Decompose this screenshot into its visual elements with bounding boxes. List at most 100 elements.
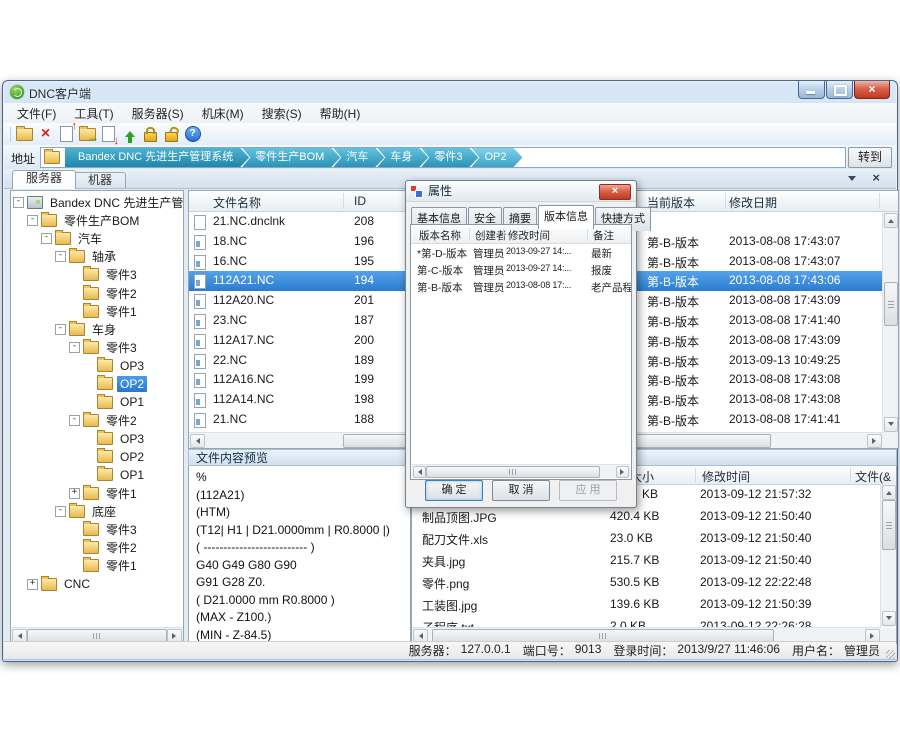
breadcrumb-segment[interactable]: Bandex DNC 先进生产管理系统 — [65, 148, 249, 167]
tree-item[interactable]: + CNC — [11, 575, 183, 593]
tree-item[interactable]: - Bandex DNC 先进生产管理系统 — [11, 193, 183, 211]
attachment-row[interactable]: 夹具.jpg 215.7 KB 2013-09-12 21:50:40 — [412, 550, 881, 572]
attachment-row[interactable]: 工装图.jpg 139.6 KB 2013-09-12 21:50:39 — [412, 594, 881, 616]
column-header-name[interactable]: 文件名称 — [213, 194, 261, 211]
chevron-down-icon[interactable] — [848, 176, 856, 185]
column-separator[interactable] — [343, 193, 344, 209]
tree-item[interactable]: - 底座 — [11, 502, 183, 520]
breadcrumb-segment[interactable]: 零件生产BOM — [242, 148, 340, 167]
breadcrumb-segment[interactable]: 汽车 — [333, 148, 384, 167]
unlock-button[interactable] — [161, 125, 182, 144]
tree-item[interactable]: - 零件3 — [11, 339, 183, 357]
tree-item[interactable]: 零件1 — [11, 557, 183, 575]
go-button[interactable]: 转到 — [848, 147, 892, 168]
attachment-row[interactable]: 子程序.txt 2.0 KB 2013-09-12 22:26:28 — [412, 616, 881, 627]
tree-expander[interactable]: - — [41, 233, 52, 244]
attachments-vscrollbar[interactable] — [880, 484, 896, 627]
column-header-creator[interactable]: 创建者 — [475, 228, 507, 243]
column-separator[interactable] — [695, 468, 696, 482]
tree-expander[interactable]: - — [55, 251, 66, 262]
tree-item[interactable]: OP3 — [11, 429, 183, 447]
tree-item[interactable]: - 轴承 — [11, 248, 183, 266]
dialog-title-bar[interactable]: 属性 — [406, 181, 636, 202]
tree-item[interactable]: OP2 — [11, 375, 183, 393]
tree-item[interactable]: 零件3 — [11, 266, 183, 284]
scroll-left-icon[interactable] — [413, 466, 426, 478]
resize-grip[interactable] — [886, 650, 895, 659]
scroll-right-icon[interactable] — [867, 434, 882, 448]
column-header-date[interactable]: 修改日期 — [729, 194, 777, 211]
tree-expander[interactable]: - — [13, 197, 24, 208]
scroll-down-icon[interactable] — [882, 611, 896, 626]
minimize-button[interactable] — [798, 81, 825, 99]
scroll-down-icon[interactable] — [884, 417, 898, 432]
view-tab[interactable]: 服务器 — [12, 170, 76, 189]
view-tab[interactable]: 机器 — [74, 172, 126, 188]
column-header-modified[interactable]: 修改时间 — [508, 228, 550, 243]
tree-item[interactable]: 零件2 — [11, 284, 183, 302]
column-header-id[interactable]: ID — [354, 194, 366, 208]
tree-expander[interactable]: - — [27, 215, 38, 226]
file-list-vscrollbar[interactable] — [882, 212, 898, 433]
ok-button[interactable]: 确 定 — [425, 480, 483, 501]
tree-item[interactable]: 零件1 — [11, 302, 183, 320]
column-separator[interactable] — [587, 228, 588, 241]
scroll-thumb[interactable] — [426, 466, 600, 478]
breadcrumb-segment[interactable]: OP2 — [471, 148, 522, 167]
menu-item[interactable]: 帮助(H) — [311, 103, 370, 124]
tree-expander[interactable]: + — [69, 488, 80, 499]
tree-item[interactable]: 零件3 — [11, 520, 183, 538]
close-button[interactable] — [854, 81, 890, 99]
scroll-right-icon[interactable] — [616, 466, 629, 478]
scroll-up-icon[interactable] — [884, 213, 898, 228]
column-separator[interactable] — [850, 468, 851, 482]
scroll-left-icon[interactable] — [190, 434, 205, 448]
attachment-row[interactable]: 配刀文件.xls 23.0 KB 2013-09-12 21:50:40 — [412, 528, 881, 550]
apply-button[interactable]: 应 用 — [559, 480, 617, 501]
tree-item[interactable]: OP3 — [11, 357, 183, 375]
menu-item[interactable]: 机床(M) — [193, 103, 253, 124]
tree-expander[interactable]: - — [69, 342, 80, 353]
tree-expander[interactable]: - — [55, 324, 66, 335]
tree-item[interactable]: - 车身 — [11, 320, 183, 338]
delete-button[interactable] — [35, 125, 56, 144]
tree-item[interactable]: + 零件1 — [11, 484, 183, 502]
column-header-remark[interactable]: 备注 — [593, 228, 614, 243]
column-header-version-name[interactable]: 版本名称 — [419, 228, 461, 243]
tree-expander[interactable]: - — [55, 506, 66, 517]
title-bar[interactable]: DNC客户端 — [3, 81, 897, 103]
maximize-button[interactable] — [826, 81, 853, 99]
address-input[interactable]: Bandex DNC 先进生产管理系统零件生产BOM汽车车身零件3OP2 — [40, 147, 846, 168]
menu-item[interactable]: 搜索(S) — [253, 103, 311, 124]
menu-item[interactable]: 服务器(S) — [123, 103, 193, 124]
lock-button[interactable] — [140, 125, 161, 144]
upload-file-button[interactable] — [56, 125, 77, 144]
tree-expander[interactable]: - — [69, 415, 80, 426]
column-separator[interactable] — [879, 193, 880, 209]
tree-item[interactable]: 零件2 — [11, 539, 183, 557]
folder-button[interactable] — [14, 125, 35, 144]
import-folder-button[interactable] — [77, 125, 98, 144]
version-row[interactable]: 第-B-版本 管理员 2013-08-08 17:... 老产品程序 — [411, 278, 631, 295]
column-header-file[interactable]: 文件(& — [855, 468, 891, 485]
tree-item[interactable]: OP1 — [11, 466, 183, 484]
menu-item[interactable]: 文件(F) — [8, 103, 65, 124]
scroll-up-icon[interactable] — [882, 485, 896, 500]
scroll-thumb[interactable] — [884, 282, 898, 326]
tree-item[interactable]: - 零件2 — [11, 411, 183, 429]
column-header-time[interactable]: 修改时间 — [702, 468, 750, 485]
cancel-button[interactable]: 取 消 — [492, 480, 550, 501]
version-row[interactable]: 第-C-版本 管理员 2013-09-27 14:... 报废 — [411, 261, 631, 278]
tree-item[interactable]: - 汽车 — [11, 229, 183, 247]
tree-expander[interactable]: + — [27, 579, 38, 590]
close-tab-icon[interactable] — [872, 170, 880, 185]
attachment-row[interactable]: 制品顶图.JPG 420.4 KB 2013-09-12 21:50:40 — [412, 506, 881, 528]
breadcrumb-segment[interactable]: 零件3 — [421, 148, 478, 167]
help-button[interactable] — [182, 125, 203, 144]
column-separator[interactable] — [503, 228, 504, 241]
column-separator[interactable] — [725, 193, 726, 209]
version-row[interactable]: *第-D-版本 管理员 2013-09-27 14:... 最新 — [411, 244, 631, 261]
tree-item[interactable]: - 零件生产BOM — [11, 211, 183, 229]
dialog-close-button[interactable] — [599, 184, 631, 200]
up-arrow-button[interactable] — [119, 125, 140, 144]
